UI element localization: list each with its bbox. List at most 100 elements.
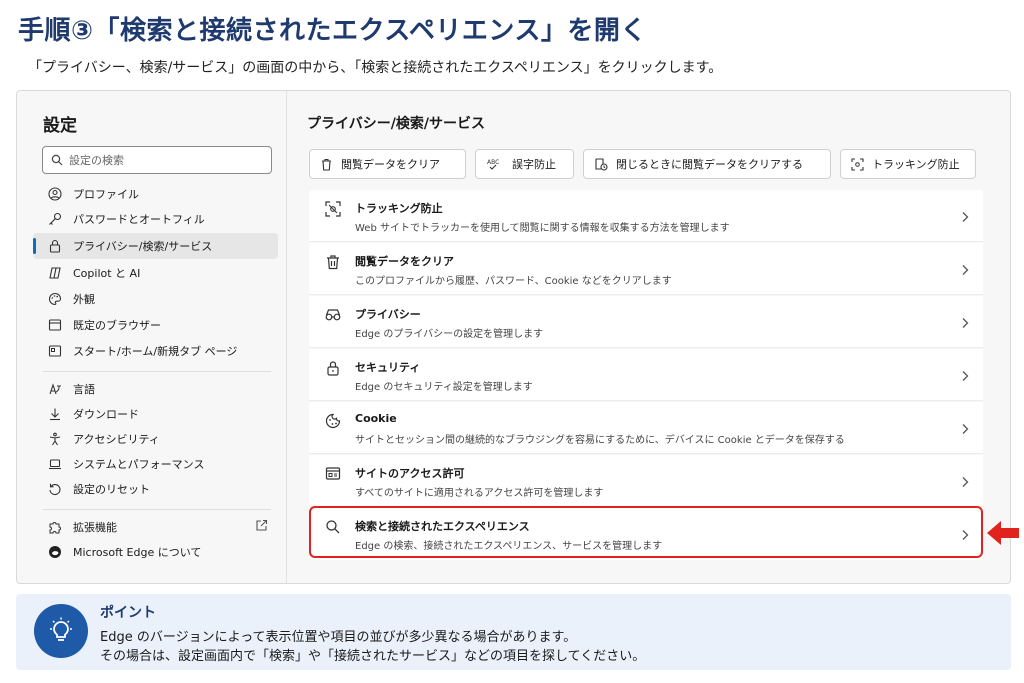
- red-arrow-icon: [986, 519, 1020, 551]
- card-title: サイトのアクセス許可: [355, 467, 465, 480]
- cookie-icon: [325, 413, 341, 429]
- card-title: Cookie: [355, 412, 397, 425]
- svg-text:ABC: ABC: [487, 159, 499, 166]
- sidebar-item-start-home[interactable]: スタート/ホーム/新規タブ ページ: [33, 338, 278, 364]
- sidebar-item-label: 拡張機能: [73, 521, 117, 534]
- sidebar-item-downloads[interactable]: ダウンロード: [33, 401, 278, 427]
- chevron-right-icon: [961, 526, 969, 545]
- settings-card-security[interactable]: セキュリティ Edge のセキュリティ設定を管理します: [309, 349, 983, 401]
- sidebar-item-profile[interactable]: プロファイル: [33, 181, 278, 207]
- chip-label: トラッキング防止: [872, 158, 960, 171]
- sidebar-item-label: Copilot と AI: [73, 267, 141, 280]
- chevron-right-icon: [961, 367, 969, 386]
- card-title: 検索と接続されたエクスペリエンス: [355, 520, 530, 533]
- sidebar-item-accessibility[interactable]: アクセシビリティ: [33, 426, 278, 452]
- site-permissions-icon: [325, 466, 341, 482]
- chevron-right-icon: [961, 314, 969, 333]
- tracking-icon: [851, 157, 864, 171]
- card-title: セキュリティ: [355, 361, 421, 374]
- sidebar-item-label: 外観: [73, 293, 95, 306]
- settings-card-site-permissions[interactable]: サイトのアクセス許可 すべてのサイトに適用されるアクセス許可を管理します: [309, 455, 983, 507]
- tip-heading: ポイント: [100, 605, 156, 621]
- chevron-right-icon: [961, 420, 969, 439]
- sidebar-item-reset[interactable]: 設定のリセット: [33, 476, 278, 502]
- laptop-icon: [47, 456, 63, 472]
- tracking-prevention-chip[interactable]: トラッキング防止: [840, 149, 976, 179]
- trash-icon: [325, 254, 341, 270]
- puzzle-icon: [47, 519, 63, 535]
- sidebar-item-about-edge[interactable]: Microsoft Edge について: [33, 539, 278, 565]
- sidebar-divider: [43, 509, 271, 510]
- key-icon: [47, 211, 63, 227]
- chevron-right-icon: [961, 473, 969, 492]
- main-section-title: プライバシー/検索/サービス: [307, 116, 485, 132]
- sidebar-item-label: プライバシー/検索/サービス: [73, 240, 213, 253]
- card-description: サイトとセッション間の継続的なブラウジングを容易にするために、デバイスに Coo…: [355, 435, 845, 446]
- card-title: 閲覧データをクリア: [355, 255, 454, 268]
- sidebar-item-label: 既定のブラウザー: [73, 319, 161, 332]
- palette-icon: [47, 291, 63, 307]
- chevron-right-icon: [961, 208, 969, 227]
- page-subtitle: 「プライバシー、検索/サービス」の画面の中から、「検索と接続されたエクスペリエン…: [28, 60, 723, 76]
- search-icon: [325, 519, 341, 535]
- tip-box: ポイント Edge のバージョンによって表示位置や項目の並びが多少異なる場合があ…: [16, 594, 1011, 670]
- download-icon: [47, 406, 63, 422]
- settings-card-cookie[interactable]: Cookie サイトとセッション間の継続的なブラウジングを容易にするために、デバ…: [309, 402, 983, 454]
- sidebar-item-appearance[interactable]: 外観: [33, 286, 278, 312]
- sidebar-item-passwords[interactable]: パスワードとオートフィル: [33, 206, 278, 232]
- sidebar-item-system[interactable]: システムとパフォーマンス: [33, 451, 278, 477]
- copilot-icon: [47, 265, 63, 281]
- settings-card-clear-browsing-data[interactable]: 閲覧データをクリア このプロファイルから履歴、パスワード、Cookie などをク…: [309, 243, 983, 295]
- sidebar-title: 設定: [43, 116, 77, 136]
- chevron-right-icon: [961, 261, 969, 280]
- card-description: このプロファイルから履歴、パスワード、Cookie などをクリアします: [355, 276, 672, 287]
- chip-label: 閉じるときに閲覧データをクリアする: [616, 158, 803, 171]
- settings-card-search-connected-experiences[interactable]: 検索と接続されたエクスペリエンス Edge の検索、接続されたエクスペリエンス、…: [309, 508, 983, 560]
- settings-card-privacy[interactable]: プライバシー Edge のプライバシーの設定を管理します: [309, 296, 983, 348]
- profile-icon: [47, 186, 63, 202]
- glasses-icon: [325, 307, 341, 323]
- sidebar-item-label: ダウンロード: [73, 408, 139, 421]
- sidebar-item-label: システムとパフォーマンス: [73, 458, 205, 471]
- tip-text-line: その場合は、設定画面内で「検索」や「接続されたサービス」などの項目を探してくださ…: [100, 649, 646, 664]
- card-description: Web サイトでトラッカーを使用して閲覧に関する情報を収集する方法を管理します: [355, 223, 730, 234]
- sidebar-item-label: パスワードとオートフィル: [73, 213, 205, 226]
- chip-label: 閲覧データをクリア: [341, 158, 440, 171]
- sidebar-item-label: プロファイル: [73, 188, 139, 201]
- browser-icon: [47, 317, 63, 333]
- settings-window: 設定 設定の検索 プロファイル パスワードとオートフィル プライバシー/検索/サ…: [16, 90, 1011, 584]
- sidebar-item-label: 設定のリセット: [73, 483, 150, 496]
- clear-browsing-data-chip[interactable]: 閲覧データをクリア: [309, 149, 466, 179]
- page-title: 手順③「検索と接続されたエクスペリエンス」を開く: [18, 16, 647, 46]
- sidebar-divider: [43, 371, 271, 372]
- card-description: すべてのサイトに適用されるアクセス許可を管理します: [355, 488, 604, 499]
- sidebar-item-default-browser[interactable]: 既定のブラウザー: [33, 312, 278, 338]
- card-description: Edge のセキュリティ設定を管理します: [355, 382, 533, 393]
- sidebar-item-privacy[interactable]: プライバシー/検索/サービス: [33, 233, 278, 259]
- reset-icon: [47, 481, 63, 497]
- sidebar-item-copilot[interactable]: Copilot と AI: [33, 260, 278, 286]
- sidebar-item-language[interactable]: 言語: [33, 376, 278, 402]
- sidebar-item-extensions[interactable]: 拡張機能: [33, 514, 278, 540]
- accessibility-icon: [47, 431, 63, 447]
- card-title: トラッキング防止: [355, 202, 443, 215]
- lightbulb-icon: [34, 604, 88, 658]
- clear-on-close-icon: [595, 158, 608, 171]
- sidebar: 設定 設定の検索 プロファイル パスワードとオートフィル プライバシー/検索/サ…: [17, 91, 287, 583]
- edge-icon: [47, 544, 63, 560]
- external-link-icon[interactable]: [255, 519, 268, 535]
- clear-on-close-chip[interactable]: 閉じるときに閲覧データをクリアする: [583, 149, 831, 179]
- settings-card-tracking-prevention[interactable]: トラッキング防止 Web サイトでトラッカーを使用して閲覧に関する情報を収集する…: [309, 190, 983, 242]
- sidebar-item-label: Microsoft Edge について: [73, 546, 202, 559]
- tracking-icon: [325, 201, 341, 217]
- lock-icon: [47, 238, 63, 254]
- trash-icon: [322, 158, 331, 171]
- settings-search-input[interactable]: 設定の検索: [42, 146, 272, 174]
- sidebar-item-label: 言語: [73, 383, 95, 396]
- spellcheck-icon: ABC: [487, 159, 499, 170]
- tip-text-line: Edge のバージョンによって表示位置や項目の並びが多少異なる場合があります。: [100, 630, 577, 645]
- search-placeholder: 設定の検索: [69, 154, 124, 167]
- search-icon: [51, 154, 63, 166]
- typo-protection-chip[interactable]: ABC 誤字防止: [475, 149, 574, 179]
- chip-label: 誤字防止: [512, 158, 556, 171]
